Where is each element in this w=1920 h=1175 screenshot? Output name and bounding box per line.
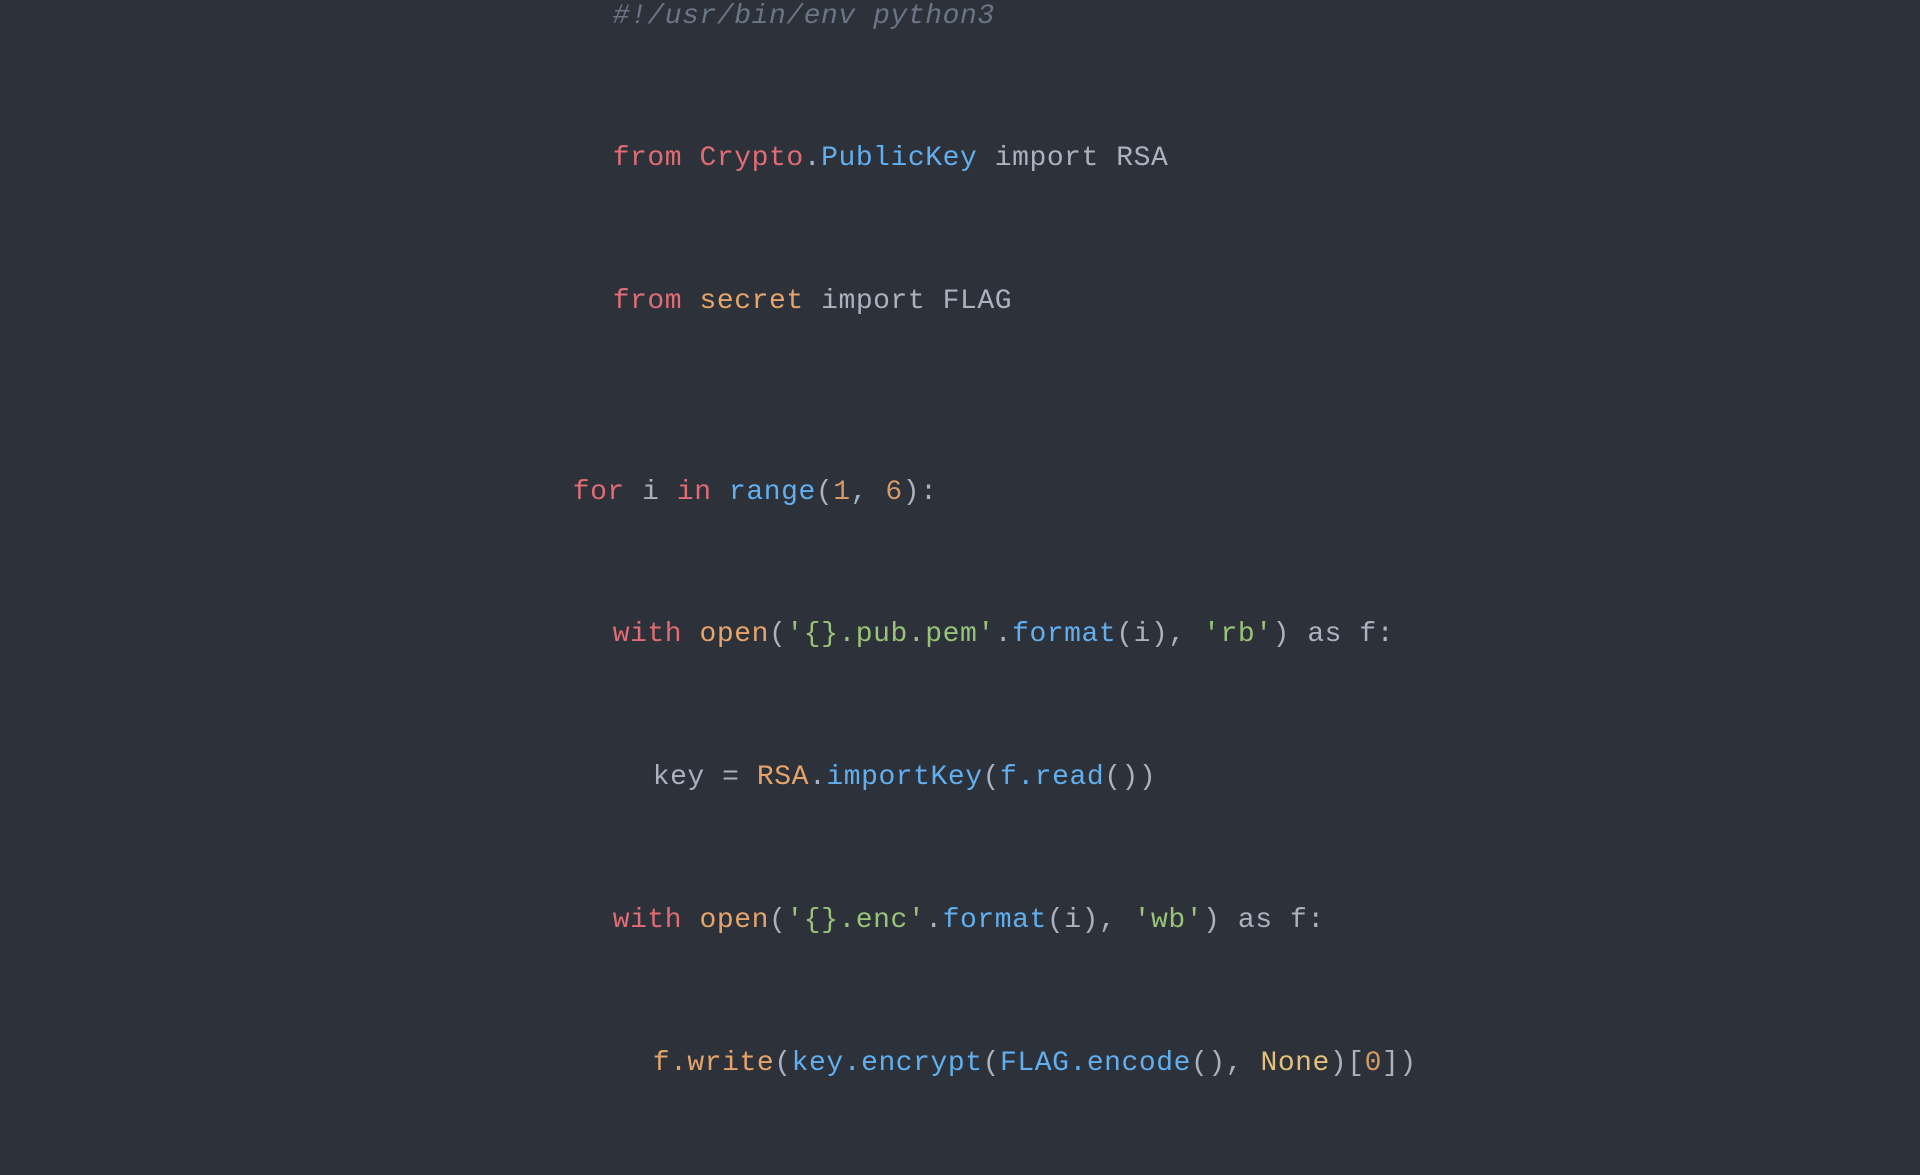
index-0: 0 (1365, 1048, 1382, 1079)
num-1: 1 (833, 477, 850, 508)
crypto-module: Crypto (700, 143, 804, 174)
blank-line-1 (503, 373, 1417, 421)
format-func-2: format (943, 905, 1047, 936)
flag-name: FLAG (943, 286, 1012, 317)
code-line-7: key = RSA.importKey(f.read()) (503, 707, 1417, 850)
code-line-9: f.write(key.encrypt(FLAG.encode(), None)… (503, 992, 1417, 1135)
publickey-module: PublicKey (821, 143, 977, 174)
rsa-name: RSA (1116, 143, 1168, 174)
none-literal: None (1260, 1048, 1329, 1079)
code-line-1: #!/usr/bin/env python3 (503, 0, 1417, 88)
in-keyword: in (677, 477, 712, 508)
f-var-1: f (1359, 619, 1376, 650)
importkey-func: importKey (826, 762, 982, 793)
str-enc: '{}.enc' (786, 905, 925, 936)
f-var-2: f (1290, 905, 1307, 936)
str-rb: 'rb' (1203, 619, 1272, 650)
for-keyword: for (573, 477, 625, 508)
shebang-comment: #!/usr/bin/env python3 (613, 1, 995, 32)
num-6: 6 (885, 477, 902, 508)
encrypt-func: key.encrypt (792, 1048, 983, 1079)
code-block: #!/usr/bin/env python3 from Crypto.Publi… (443, 0, 1477, 1175)
i-var: i (642, 477, 659, 508)
import-keyword: import (995, 143, 1099, 174)
from-keyword-2: from (613, 286, 682, 317)
as-keyword-1: as (1307, 619, 1342, 650)
with-keyword-1: with (613, 619, 682, 650)
open-func-2: open (700, 905, 769, 936)
open-func-1: open (700, 619, 769, 650)
code-line-6: with open('{}.pub.pem'.format(i), 'rb') … (503, 564, 1417, 707)
rsa-var: RSA (757, 762, 809, 793)
from-keyword: from (613, 143, 682, 174)
encode-func: FLAG.encode (1000, 1048, 1191, 1079)
code-line-2: from Crypto.PublicKey import RSA (503, 88, 1417, 231)
as-keyword-2: as (1238, 905, 1273, 936)
range-func: range (729, 477, 816, 508)
str-wb: 'wb' (1134, 905, 1203, 936)
secret-module: secret (700, 286, 804, 317)
code-line-5: for i in range(1, 6): (503, 421, 1417, 564)
format-func-1: format (1012, 619, 1116, 650)
fread-func: f.read (1000, 762, 1104, 793)
import-keyword-2: import (821, 286, 925, 317)
with-keyword-2: with (613, 905, 682, 936)
code-line-8: with open('{}.enc'.format(i), 'wb') as f… (503, 849, 1417, 992)
fwrite-func: f.write (653, 1048, 775, 1079)
str-pub-pem: '{}.pub.pem' (786, 619, 994, 650)
key-var: key (653, 762, 705, 793)
code-line-3: from secret import FLAG (503, 231, 1417, 374)
